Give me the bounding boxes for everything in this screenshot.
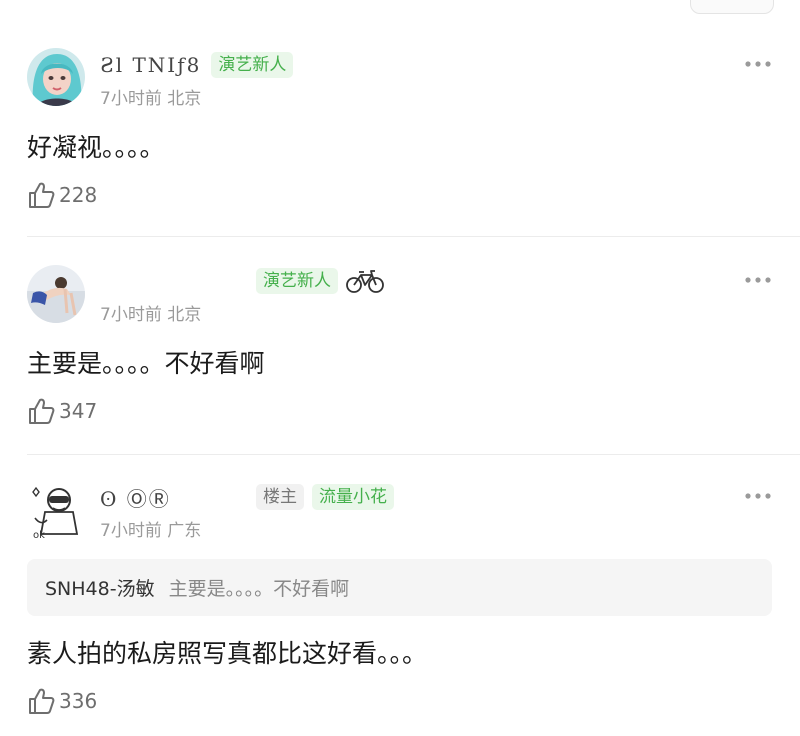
badge-op: 楼主 — [256, 484, 304, 510]
svg-text:ok: ok — [33, 530, 45, 540]
quote-text: 主要是。。。。不好看啊 — [168, 578, 350, 600]
like-count: 336 — [59, 689, 98, 713]
comment-time: 7小时前 — [100, 521, 162, 541]
quoted-reply[interactable]: SNH48-汤敏 主要是。。。。不好看啊 — [27, 559, 772, 616]
quote-author[interactable]: SNH48-汤敏 — [45, 574, 155, 601]
avatar-sketch-icon[interactable]: ok — [27, 482, 85, 540]
comment-item: ok ʘ ⓄⓇ 楼主 流量小花 7小时前 广东 SNH48-汤敏 主要是。。。。… — [0, 0, 800, 736]
comment-location: 广东 — [167, 521, 202, 541]
thumbs-up-icon — [29, 688, 55, 714]
more-options-icon[interactable] — [744, 489, 772, 503]
like-button[interactable]: 336 — [27, 686, 97, 716]
badge-title: 流量小花 — [312, 484, 394, 510]
comment-text: 素人拍的私房照写真都比这好看。。。 — [27, 639, 428, 668]
name-row: ʘ ⓄⓇ 楼主 流量小花 — [100, 482, 402, 512]
comment-meta: 7小时前 广东 — [100, 516, 201, 541]
username[interactable]: ʘ ⓄⓇ — [100, 483, 246, 512]
